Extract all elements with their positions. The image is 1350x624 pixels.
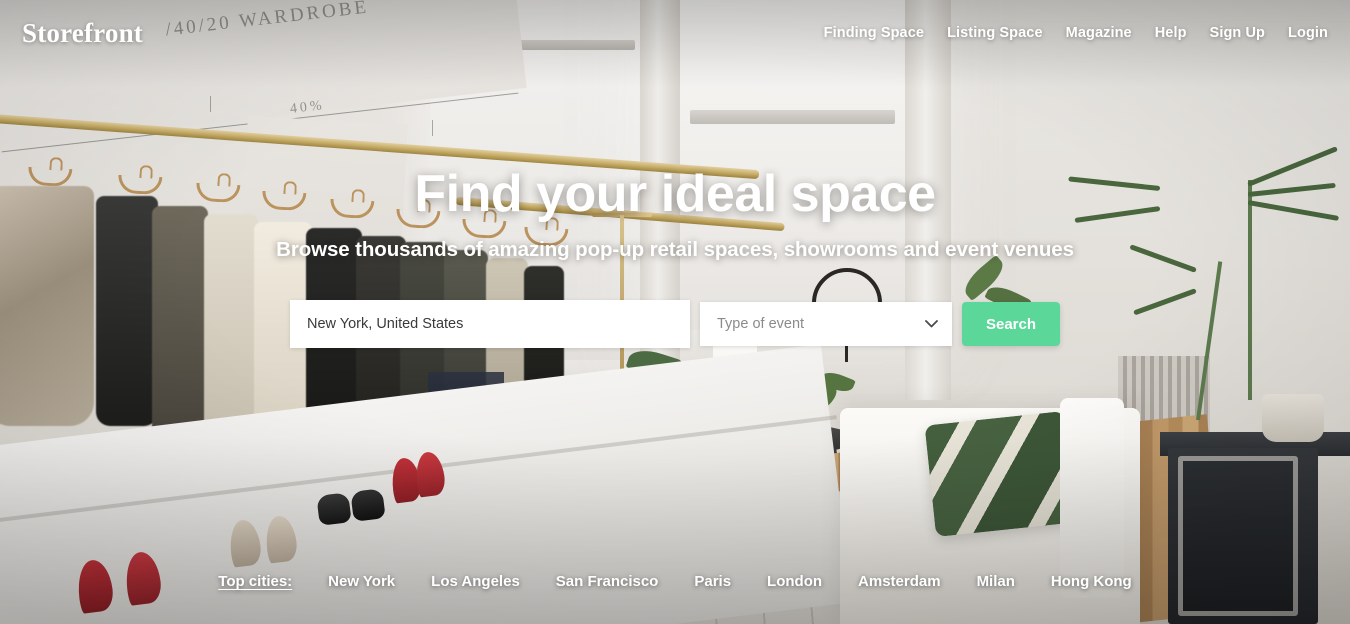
nav-link-magazine[interactable]: Magazine xyxy=(1066,25,1132,41)
top-cities-bar: Top cities: New York Los Angeles San Fra… xyxy=(0,573,1350,590)
nav-link-finding-space[interactable]: Finding Space xyxy=(824,25,924,41)
location-input[interactable] xyxy=(290,300,690,349)
top-navigation-bar: Storefront Finding Space Listing Space M… xyxy=(0,0,1350,60)
main-nav: Finding Space Listing Space Magazine Hel… xyxy=(824,19,1328,41)
city-link-amsterdam[interactable]: Amsterdam xyxy=(858,573,941,590)
nav-link-help[interactable]: Help xyxy=(1155,25,1187,41)
top-cities-label[interactable]: Top cities: xyxy=(218,573,292,590)
city-link-hong-kong[interactable]: Hong Kong xyxy=(1051,573,1132,590)
site-logo[interactable]: Storefront xyxy=(22,12,143,49)
search-bar: Type of event Pop-up store Showroom Even… xyxy=(290,300,1060,349)
city-link-los-angeles[interactable]: Los Angeles xyxy=(431,573,520,590)
city-link-london[interactable]: London xyxy=(767,573,822,590)
city-link-milan[interactable]: Milan xyxy=(977,573,1015,590)
hero-content: Find your ideal space Browse thousands o… xyxy=(0,165,1350,349)
nav-link-login[interactable]: Login xyxy=(1288,25,1328,41)
search-button[interactable]: Search xyxy=(962,302,1060,347)
nav-link-sign-up[interactable]: Sign Up xyxy=(1210,25,1265,41)
event-type-select[interactable]: Type of event Pop-up store Showroom Even… xyxy=(700,302,952,347)
city-link-paris[interactable]: Paris xyxy=(694,573,731,590)
page-title: Find your ideal space xyxy=(414,165,936,223)
hero-banner: /40/20 WARDROBE 40% xyxy=(0,0,1350,624)
city-link-new-york[interactable]: New York xyxy=(328,573,395,590)
city-link-san-francisco[interactable]: San Francisco xyxy=(556,573,659,590)
page-subtitle: Browse thousands of amazing pop-up retai… xyxy=(276,238,1074,262)
nav-link-listing-space[interactable]: Listing Space xyxy=(947,25,1043,41)
event-type-select-wrapper: Type of event Pop-up store Showroom Even… xyxy=(700,302,952,347)
